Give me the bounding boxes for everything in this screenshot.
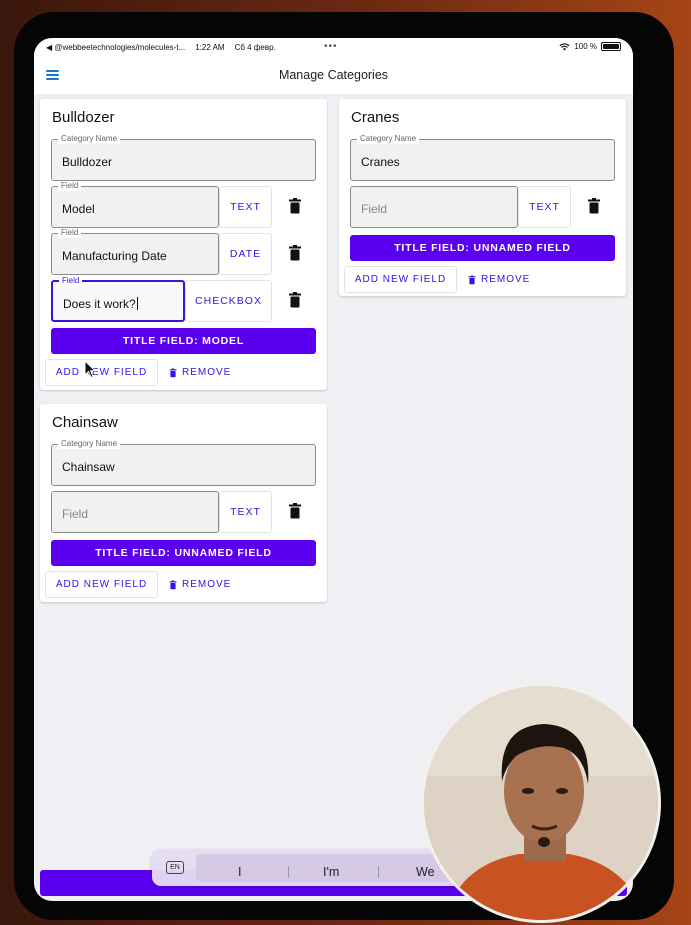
field-input-focused[interactable]: Field Does it work? (51, 276, 185, 322)
field-type-button[interactable]: TEXT (219, 491, 272, 533)
field-value: Manufacturing Date (62, 249, 167, 263)
battery-icon (601, 42, 621, 51)
remove-label: REMOVE (481, 274, 531, 285)
delete-field-trash-icon[interactable] (288, 198, 302, 214)
field-input[interactable]: Field Manufacturing Date (51, 228, 219, 275)
category-name-value: Chainsaw (62, 460, 115, 474)
remove-category-button[interactable]: REMOVE (169, 359, 231, 386)
delete-field-trash-icon[interactable] (288, 503, 302, 519)
trash-icon (468, 274, 476, 284)
field-type-button[interactable]: TEXT (518, 186, 571, 228)
category-card-cranes: Cranes Category Name Cranes Field TEXT T… (339, 99, 626, 296)
delete-field-trash-icon[interactable] (288, 245, 302, 261)
field-type-button[interactable]: TEXT (219, 186, 272, 228)
field-value: Model (62, 202, 95, 216)
suggestion-item[interactable]: I'm (323, 865, 339, 879)
status-time: 1:22 AM (195, 42, 225, 52)
trash-icon (169, 367, 177, 377)
wifi-icon (559, 42, 570, 51)
field-placeholder: Field (62, 507, 89, 521)
category-name-label: Category Name (58, 134, 121, 144)
status-bar: ◀ @webbeetechnologies/molecules-t... 1:2… (34, 38, 633, 56)
suggestion-item[interactable]: We (416, 865, 435, 879)
category-name-value: Cranes (361, 155, 400, 169)
category-title: Bulldozer (52, 109, 115, 126)
field-input[interactable]: Field (51, 491, 219, 533)
presenter-video-image (424, 686, 658, 920)
field-label: Field (59, 276, 83, 286)
page-title: Manage Categories (278, 68, 389, 82)
category-name-label: Category Name (58, 439, 121, 449)
remove-category-button[interactable]: REMOVE (169, 571, 231, 598)
hamburger-menu-icon[interactable] (46, 70, 59, 80)
multitasking-dots-icon[interactable]: ••• (324, 41, 338, 52)
remove-category-button[interactable]: REMOVE (468, 266, 530, 293)
suggestion-item[interactable]: I (238, 865, 241, 879)
field-input[interactable]: Field (350, 186, 518, 228)
keyboard-language-icon[interactable]: EN (166, 861, 184, 874)
category-card-chainsaw: Chainsaw Category Name Chainsaw Field TE… (40, 404, 327, 602)
mouse-pointer-icon (84, 360, 96, 379)
remove-label: REMOVE (182, 579, 232, 590)
category-card-bulldozer: Bulldozer Category Name Bulldozer Field … (40, 99, 327, 390)
suggestion-divider (378, 866, 379, 878)
delete-field-trash-icon[interactable] (288, 292, 302, 308)
field-label: Field (58, 228, 82, 238)
title-field-bar: TITLE FIELD: MODEL (51, 328, 316, 354)
category-name-label: Category Name (357, 134, 420, 144)
battery-percent: 100 % (574, 42, 597, 51)
category-title: Chainsaw (52, 414, 118, 431)
category-title: Cranes (351, 109, 400, 126)
field-input[interactable]: Field Model (51, 181, 219, 228)
category-name-field[interactable]: Category Name Cranes (350, 134, 615, 181)
add-new-field-button[interactable]: ADD NEW FIELD (344, 266, 457, 293)
category-name-field[interactable]: Category Name Chainsaw (51, 439, 316, 486)
field-type-button[interactable]: CHECKBOX (185, 280, 272, 322)
add-new-field-button[interactable]: ADD NEW FIELD (45, 359, 158, 386)
field-type-button[interactable]: DATE (219, 233, 272, 275)
text-caret (136, 297, 138, 310)
category-name-field[interactable]: Category Name Bulldozer (51, 134, 316, 181)
field-placeholder: Field (361, 202, 388, 216)
field-label: Field (58, 181, 82, 191)
trash-icon (169, 579, 177, 589)
title-field-bar: TITLE FIELD: UNNAMED FIELD (51, 540, 316, 566)
delete-field-trash-icon[interactable] (587, 198, 601, 214)
webcam-overlay (421, 683, 661, 923)
field-value: Does it work? (63, 297, 138, 311)
remove-label: REMOVE (182, 367, 232, 378)
app-bar: Manage Categories (34, 56, 633, 94)
suggestion-divider (288, 866, 289, 878)
title-field-bar: TITLE FIELD: UNNAMED FIELD (350, 235, 615, 261)
back-to-app-link[interactable]: ◀ @webbeetechnologies/molecules-t... (46, 43, 185, 52)
add-new-field-button[interactable]: ADD NEW FIELD (45, 571, 158, 598)
status-date: Сб 4 февр. (234, 42, 276, 52)
category-name-value: Bulldozer (62, 155, 113, 169)
